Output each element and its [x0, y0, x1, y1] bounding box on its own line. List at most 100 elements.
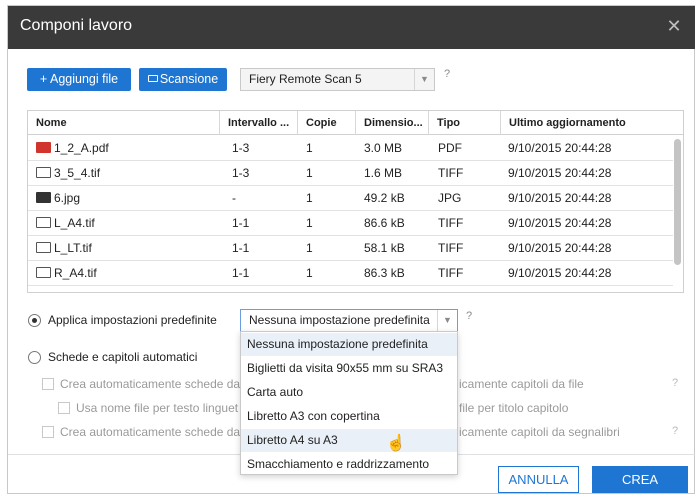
file-name-cell: 6.jpg — [36, 186, 80, 210]
auto-tabs-bookmarks-checkbox[interactable] — [42, 426, 54, 438]
filename-chapter-label: file per titolo capitolo — [459, 401, 569, 415]
copies-cell: 1 — [306, 191, 313, 205]
updated-cell: 9/10/2015 20:44:28 — [508, 141, 612, 155]
column-header-name[interactable]: Nome — [28, 111, 219, 135]
range-cell: 1-3 — [232, 141, 250, 155]
size-cell: 86.3 kB — [364, 266, 405, 280]
tif-file-icon — [36, 217, 51, 229]
dialog-title: Componi lavoro — [20, 17, 133, 34]
cancel-button[interactable]: ANNULLA — [498, 466, 579, 493]
column-header-size[interactable]: Dimensio... — [355, 111, 428, 135]
column-header-range[interactable]: Intervallo ... — [219, 111, 297, 135]
copies-cell: 1 — [306, 216, 313, 230]
auto-chapters-radio[interactable] — [28, 351, 41, 364]
auto-tabs-bookmarks-label: Crea automaticamente schede da — [60, 425, 241, 439]
dropdown-option[interactable]: Libretto A4 su A3 — [241, 429, 457, 452]
size-cell: 3.0 MB — [364, 141, 403, 155]
range-cell: 1-1 — [232, 216, 250, 230]
table-row[interactable]: 1_2_A.pdf 1-3 1 3.0 MB PDF 9/10/2015 20:… — [28, 136, 673, 161]
table-row[interactable]: L_A4.tif 1-1 1 86.6 kB TIFF 9/10/2015 20… — [28, 211, 673, 236]
auto-tabs-files-checkbox[interactable] — [42, 378, 54, 390]
column-header-updated[interactable]: Ultimo aggiornamento — [500, 111, 683, 135]
updated-cell: 9/10/2015 20:44:28 — [508, 216, 612, 230]
range-cell: - — [232, 191, 236, 205]
tif-file-icon — [36, 242, 51, 254]
copies-cell: 1 — [306, 241, 313, 255]
preset-value: Nessuna impostazione predefinita — [249, 313, 430, 327]
file-name-cell: L_A4.tif — [36, 211, 95, 235]
help-icon[interactable]: ? — [672, 425, 678, 437]
type-cell: JPG — [438, 191, 462, 205]
dropdown-option[interactable]: Biglietti da visita 90x55 mm su SRA3 — [241, 357, 457, 380]
updated-cell: 9/10/2015 20:44:28 — [508, 266, 612, 280]
dropdown-option[interactable]: Smacchiamento e raddrizzamento — [241, 453, 457, 476]
file-name: L_A4.tif — [54, 216, 95, 230]
chevron-down-icon: ▼ — [414, 69, 434, 90]
close-icon[interactable]: ✕ — [663, 15, 685, 37]
type-cell: TIFF — [438, 216, 464, 230]
chevron-down-icon: ▼ — [437, 310, 457, 331]
tif-file-icon — [36, 167, 51, 179]
preset-dropdown-list: Nessuna impostazione predefinita Bigliet… — [240, 331, 458, 475]
jpg-file-icon — [36, 192, 51, 204]
chapters-files-label: icamente capitoli da file — [459, 377, 584, 391]
preset-radio[interactable] — [28, 314, 41, 327]
scan-source-value: Fiery Remote Scan 5 — [249, 72, 362, 86]
dropdown-option[interactable]: Libretto A3 con copertina — [241, 405, 457, 428]
type-cell: TIFF — [438, 166, 464, 180]
updated-cell: 9/10/2015 20:44:28 — [508, 191, 612, 205]
file-name-cell: 1_2_A.pdf — [36, 136, 109, 160]
copies-cell: 1 — [306, 166, 313, 180]
dropdown-option[interactable]: Nessuna impostazione predefinita — [241, 333, 457, 356]
preset-select[interactable]: Nessuna impostazione predefinita ▼ — [240, 309, 458, 332]
size-cell: 86.6 kB — [364, 216, 405, 230]
scan-button[interactable]: Scansione — [139, 68, 227, 91]
table-row[interactable]: L_LT.tif 1-1 1 58.1 kB TIFF 9/10/2015 20… — [28, 236, 673, 261]
pdf-file-icon — [36, 142, 51, 154]
file-name: 1_2_A.pdf — [54, 141, 109, 155]
create-button[interactable]: CREA — [592, 466, 688, 493]
file-name-cell: R_A4.tif — [36, 261, 97, 285]
file-table: Nome Intervallo ... Copie Dimensio... Ti… — [27, 110, 684, 293]
help-icon[interactable]: ? — [466, 310, 472, 322]
column-header-type[interactable]: Tipo — [428, 111, 500, 135]
type-cell: TIFF — [438, 241, 464, 255]
help-icon[interactable]: ? — [672, 377, 678, 389]
use-filename-checkbox[interactable] — [58, 402, 70, 414]
scan-button-label: Scansione — [159, 72, 219, 86]
scanner-icon — [147, 75, 158, 83]
preset-label: Applica impostazioni predefinite — [48, 313, 217, 327]
copies-cell: 1 — [306, 141, 313, 155]
table-row[interactable]: R_A4.tif 1-1 1 86.3 kB TIFF 9/10/2015 20… — [28, 261, 673, 286]
table-header: Nome Intervallo ... Copie Dimensio... Ti… — [28, 111, 683, 135]
help-icon[interactable]: ? — [444, 68, 450, 80]
file-name: R_A4.tif — [54, 266, 97, 280]
auto-chapters-label: Schede e capitoli automatici — [48, 350, 198, 364]
file-name-cell: L_LT.tif — [36, 236, 92, 260]
tif-file-icon — [36, 267, 51, 279]
hand-pointer-icon: ☝ — [386, 435, 406, 452]
updated-cell: 9/10/2015 20:44:28 — [508, 166, 612, 180]
range-cell: 1-1 — [232, 266, 250, 280]
file-name: L_LT.tif — [54, 241, 92, 255]
file-name: 3_5_4.tif — [54, 166, 101, 180]
dropdown-option[interactable]: Carta auto — [241, 381, 457, 404]
type-cell: TIFF — [438, 266, 464, 280]
use-filename-label: Usa nome file per testo linguet — [76, 401, 239, 415]
file-name: 6.jpg — [54, 191, 81, 205]
table-row[interactable]: 6.jpg - 1 49.2 kB JPG 9/10/2015 20:44:28 — [28, 186, 673, 211]
range-cell: 1-3 — [232, 166, 250, 180]
size-cell: 49.2 kB — [364, 191, 405, 205]
copies-cell: 1 — [306, 266, 313, 280]
updated-cell: 9/10/2015 20:44:28 — [508, 241, 612, 255]
auto-tabs-files-label: Crea automaticamente schede da — [60, 377, 241, 391]
file-name-cell: 3_5_4.tif — [36, 161, 100, 185]
column-header-copies[interactable]: Copie — [297, 111, 355, 135]
range-cell: 1-1 — [232, 241, 250, 255]
table-row[interactable]: 3_5_4.tif 1-3 1 1.6 MB TIFF 9/10/2015 20… — [28, 161, 673, 186]
table-scrollbar[interactable] — [674, 139, 681, 265]
scan-source-select[interactable]: Fiery Remote Scan 5 ▼ — [240, 68, 435, 91]
add-file-button[interactable]: + Aggiungi file — [27, 68, 131, 91]
size-cell: 1.6 MB — [364, 166, 403, 180]
type-cell: PDF — [438, 141, 462, 155]
